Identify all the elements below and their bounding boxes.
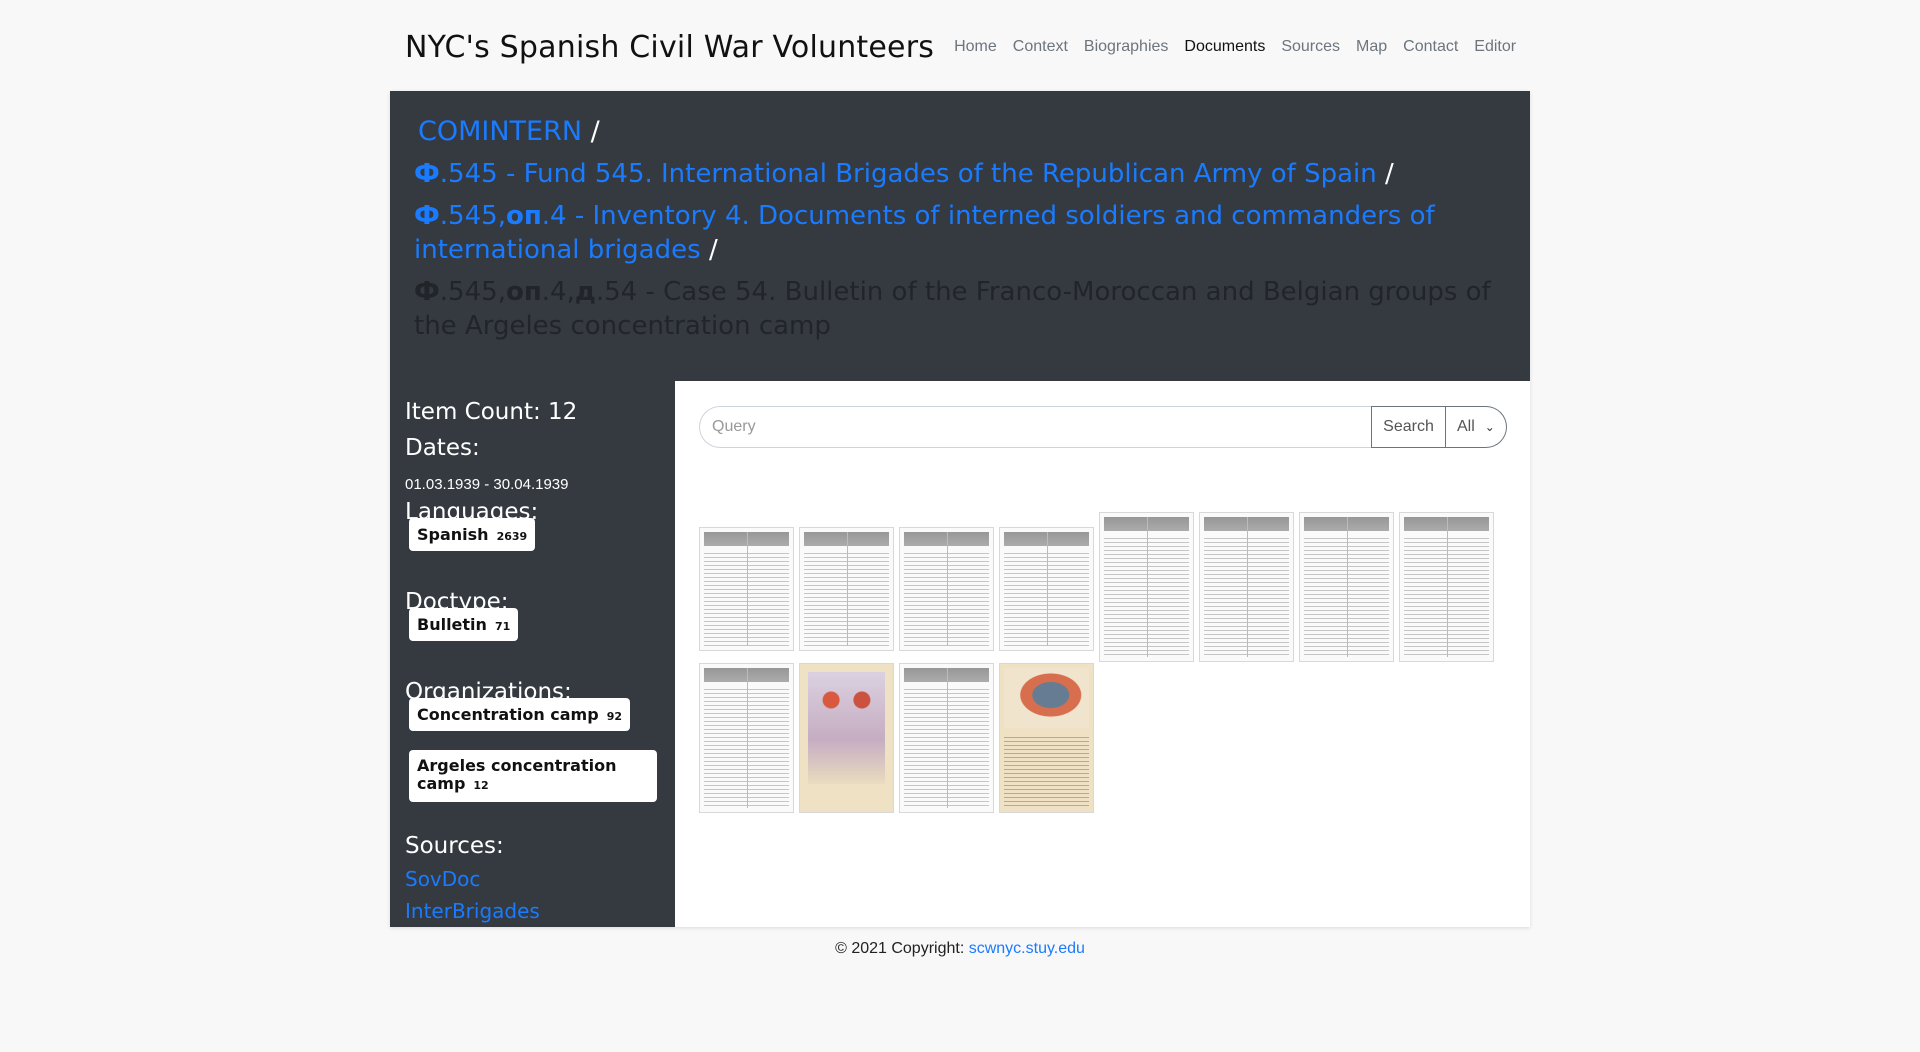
nav-context[interactable]: Context [1013, 38, 1068, 56]
inv-mid-a: .545, [439, 201, 506, 231]
breadcrumb-separator: / [708, 235, 718, 265]
nav-map[interactable]: Map [1356, 38, 1387, 56]
tag-label: Concentration camp [417, 705, 599, 724]
dates-value: 01.03.1939 - 30.04.1939 [405, 476, 569, 493]
filter-select[interactable]: All ⌄ [1446, 406, 1507, 448]
tag-label: Argeles concentration [417, 756, 617, 775]
column-divider [747, 668, 748, 808]
breadcrumb-separator: / [1385, 159, 1394, 189]
breadcrumb-level-1: COMINTERN / [414, 115, 1506, 149]
breadcrumb-level-2: Ф.545 - Fund 545. International Brigades… [414, 157, 1506, 191]
column-divider [1247, 517, 1248, 657]
document-thumbnail[interactable] [699, 527, 794, 651]
document-thumbnail[interactable] [699, 663, 794, 813]
breadcrumb-fund-link[interactable]: Ф.545 - Fund 545. International Brigades… [414, 159, 1377, 189]
document-thumbnail[interactable] [999, 527, 1094, 651]
breadcrumb: COMINTERN / Ф.545 - Fund 545. Internatio… [390, 91, 1530, 381]
fund-code: Ф [414, 159, 440, 189]
column-divider [1447, 517, 1448, 657]
inv-code-a: Ф [414, 201, 440, 231]
document-thumbnail[interactable] [1199, 512, 1294, 662]
text-lines [1004, 734, 1089, 808]
tag-count: 2639 [496, 530, 528, 543]
illustration-image [1004, 668, 1089, 728]
tag-label: Bulletin [417, 615, 487, 634]
document-thumbnail[interactable] [1299, 512, 1394, 662]
tag-count: 71 [494, 620, 511, 633]
document-thumbnail[interactable] [1399, 512, 1494, 662]
tag-label: Spanish [417, 525, 489, 544]
breadcrumb-level-4: Ф.545,оп.4,д.54 - Case 54. Bulletin of t… [414, 275, 1506, 343]
document-thumbnail[interactable] [999, 663, 1094, 813]
column-divider [1147, 517, 1148, 657]
search-button[interactable]: Search [1371, 406, 1446, 448]
source-link-sovdoc[interactable]: SovDoc [405, 867, 480, 891]
case-code-c: д [574, 277, 596, 307]
filter-sidebar: Item Count: 12 Dates: 01.03.1939 - 30.04… [390, 381, 675, 927]
source-link-interbrigades[interactable]: InterBrigades [405, 899, 540, 923]
site-title[interactable]: NYC's Spanish Civil War Volunteers [405, 30, 934, 65]
breadcrumb-inventory-link[interactable]: Ф.545,оп.4 - Inventory 4. Documents of i… [414, 201, 1435, 265]
column-divider [747, 532, 748, 646]
tag-count: 92 [606, 710, 622, 723]
filter-select-value: All [1457, 418, 1475, 435]
column-divider [847, 532, 848, 646]
document-thumbnail[interactable] [899, 527, 994, 651]
top-navbar: NYC's Spanish Civil War Volunteers Home … [405, 20, 1532, 74]
search-bar: Search All ⌄ [699, 406, 1507, 448]
org-tag-argeles-camp[interactable]: Argeles concentration camp 12 [409, 750, 657, 802]
column-divider [947, 668, 948, 808]
doctype-tag-bulletin[interactable]: Bulletin 71 [409, 608, 519, 641]
language-tag-spanish[interactable]: Spanish 2639 [409, 518, 536, 551]
tag-label: camp [417, 774, 466, 793]
footer: © 2021 Copyright: scwnyc.stuy.edu [0, 940, 1920, 958]
document-thumbnail[interactable] [1099, 512, 1194, 662]
breadcrumb-level-3: Ф.545,оп.4 - Inventory 4. Documents of i… [414, 199, 1506, 267]
nav-documents[interactable]: Documents [1184, 38, 1265, 56]
case-mid-b: .4, [541, 277, 575, 307]
case-code-a: Ф [414, 277, 440, 307]
document-thumbnail[interactable] [899, 663, 994, 813]
page: NYC's Spanish Civil War Volunteers Home … [0, 0, 1920, 1052]
case-code-b: оп [505, 277, 542, 307]
document-thumbnail[interactable] [799, 663, 894, 813]
breadcrumb-comintern-link[interactable]: COMINTERN [418, 116, 582, 147]
dates-heading: Dates: [405, 435, 480, 461]
document-thumbnail[interactable] [799, 527, 894, 651]
nav-contact[interactable]: Contact [1403, 38, 1458, 56]
document-card: COMINTERN / Ф.545 - Fund 545. Internatio… [390, 91, 1530, 927]
item-count: Item Count: 12 [405, 399, 578, 425]
org-tag-concentration-camp[interactable]: Concentration camp 92 [409, 698, 630, 731]
breadcrumb-separator: / [590, 116, 600, 147]
copyright-text: © 2021 Copyright: [835, 940, 969, 957]
nav-sources[interactable]: Sources [1281, 38, 1340, 56]
column-divider [1347, 517, 1348, 657]
sources-heading: Sources: [405, 833, 504, 859]
search-input[interactable] [699, 406, 1371, 448]
column-divider [947, 532, 948, 646]
inventory-title: .4 - Inventory 4. Documents of interned … [414, 201, 1435, 265]
nav-editor[interactable]: Editor [1474, 38, 1516, 56]
illustration-image [808, 672, 885, 784]
fund-title: .545 - Fund 545. International Brigades … [439, 159, 1377, 189]
footer-link[interactable]: scwnyc.stuy.edu [969, 940, 1085, 957]
nav-biographies[interactable]: Biographies [1084, 38, 1169, 56]
case-mid-a: .545, [439, 277, 506, 307]
column-divider [1047, 532, 1048, 646]
chevron-down-icon: ⌄ [1484, 420, 1495, 434]
nav-home[interactable]: Home [954, 38, 997, 56]
tag-count: 12 [473, 779, 489, 792]
inv-code-b: оп [505, 201, 542, 231]
